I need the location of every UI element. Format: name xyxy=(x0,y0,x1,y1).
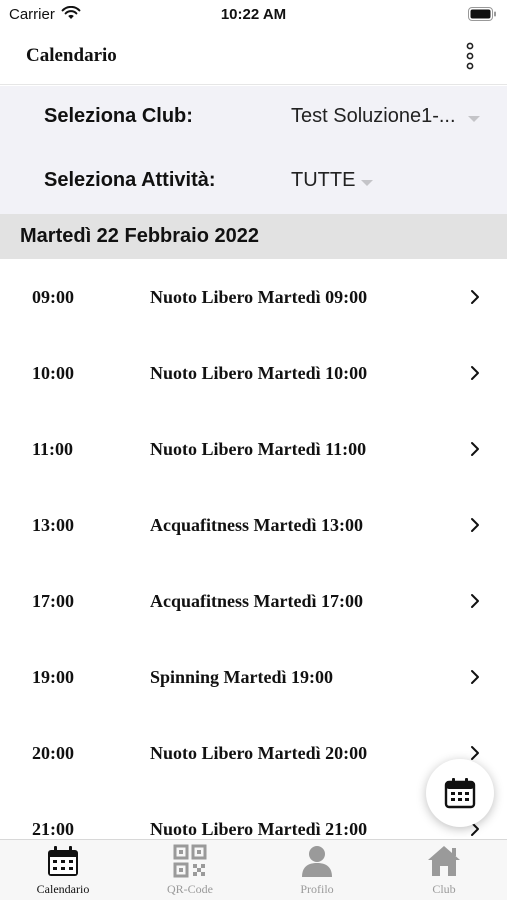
activity-dropdown-caret-icon[interactable] xyxy=(361,180,373,186)
chevron-right-icon xyxy=(471,442,479,456)
user-icon xyxy=(302,846,332,877)
tab-profilo[interactable]: Profilo xyxy=(254,840,380,900)
event-activity: Acquafitness Martedì 17:00 xyxy=(150,591,363,611)
event-time: 19:00 xyxy=(32,667,74,687)
event-time: 10:00 xyxy=(32,363,74,383)
more-vertical-icon[interactable] xyxy=(463,42,477,72)
status-bar: Carrier 10:22 AM xyxy=(0,0,507,30)
date-label: Martedì 22 Febbraio 2022 xyxy=(20,225,259,247)
club-select[interactable]: Test Soluzione1-... xyxy=(291,105,456,128)
event-row[interactable]: 19:00 Spinning Martedì 19:00 xyxy=(0,639,507,715)
event-time: 17:00 xyxy=(32,591,74,611)
events-list: 09:00 Nuoto Libero Martedì 09:00 10:00 N… xyxy=(0,259,507,839)
event-activity: Nuoto Libero Martedì 20:00 xyxy=(150,743,368,763)
event-row[interactable]: 13:00 Acquafitness Martedì 13:00 xyxy=(0,487,507,563)
tab-bar: Calendario QR-Code Profilo Club xyxy=(0,839,507,900)
event-time: 21:00 xyxy=(32,819,74,839)
page-title: Calendario xyxy=(26,45,117,66)
event-time: 09:00 xyxy=(32,287,74,307)
filters-panel: Seleziona Club: Test Soluzione1-... Sele… xyxy=(0,86,507,214)
chevron-right-icon xyxy=(471,518,479,532)
calendar-icon xyxy=(444,778,476,809)
home-icon xyxy=(428,846,460,876)
chevron-right-icon xyxy=(471,290,479,304)
tab-label: Club xyxy=(432,882,456,896)
tab-label: Calendario xyxy=(36,882,90,896)
tab-calendario[interactable]: Calendario xyxy=(0,840,126,900)
event-row[interactable]: 11:00 Nuoto Libero Martedì 11:00 xyxy=(0,411,507,487)
clock: 10:22 AM xyxy=(220,6,287,23)
chevron-right-icon xyxy=(471,594,479,608)
event-row[interactable]: 17:00 Acquafitness Martedì 17:00 xyxy=(0,563,507,639)
club-dropdown-caret-icon[interactable] xyxy=(468,116,480,122)
event-activity: Nuoto Libero Martedì 21:00 xyxy=(150,819,368,839)
date-section-header: Martedì 22 Febbraio 2022 xyxy=(0,214,507,259)
event-activity: Nuoto Libero Martedì 09:00 xyxy=(150,287,368,307)
tab-club[interactable]: Club xyxy=(381,840,507,900)
activity-select[interactable]: TUTTE xyxy=(291,169,355,192)
tab-label: QR-Code xyxy=(167,882,213,896)
tab-label: Profilo xyxy=(300,882,334,896)
battery-icon xyxy=(468,7,496,21)
calendar-icon xyxy=(48,846,78,876)
event-time: 20:00 xyxy=(32,743,74,763)
club-filter-row: Seleziona Club: Test Soluzione1-... xyxy=(0,86,507,150)
event-row[interactable]: 10:00 Nuoto Libero Martedì 10:00 xyxy=(0,335,507,411)
event-time: 11:00 xyxy=(32,439,74,459)
chevron-right-icon xyxy=(471,670,479,684)
tab-qr-code[interactable]: QR-Code xyxy=(127,840,253,900)
chevron-right-icon xyxy=(471,746,479,760)
event-row[interactable]: 09:00 Nuoto Libero Martedì 09:00 xyxy=(0,259,507,335)
activity-filter-row: Seleziona Attività: TUTTE xyxy=(0,150,507,214)
calendar-fab-button[interactable] xyxy=(426,759,494,827)
event-activity: Spinning Martedì 19:00 xyxy=(150,667,334,687)
activity-filter-label: Seleziona Attività: xyxy=(44,169,216,191)
event-activity: Nuoto Libero Martedì 10:00 xyxy=(150,363,368,383)
event-time: 13:00 xyxy=(32,515,74,535)
event-activity: Nuoto Libero Martedì 11:00 xyxy=(150,439,367,459)
qr-code-icon xyxy=(173,844,207,878)
club-filter-label: Seleziona Club: xyxy=(44,105,193,127)
event-activity: Acquafitness Martedì 13:00 xyxy=(150,515,363,535)
chevron-right-icon xyxy=(471,366,479,380)
app-header: Calendario xyxy=(0,30,507,85)
